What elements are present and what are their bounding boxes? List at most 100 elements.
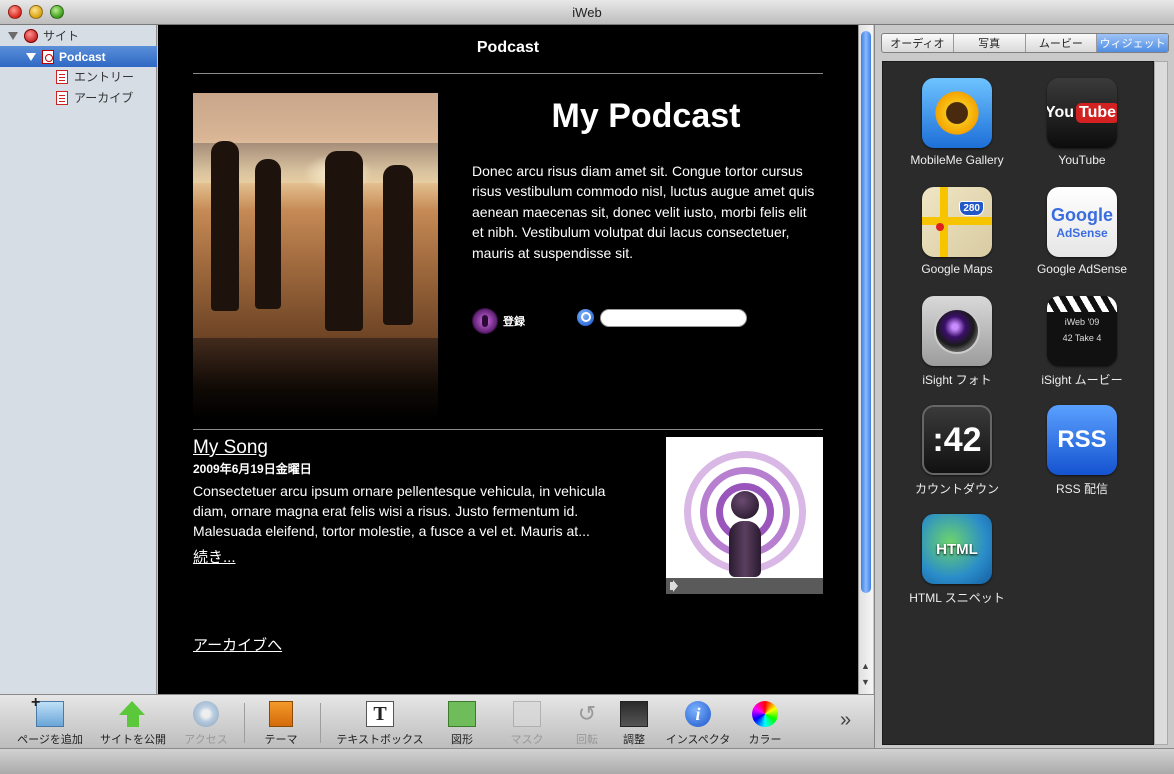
theme-icon [269,701,293,727]
podcast-icon [472,308,498,334]
colors-button[interactable]: カラー [744,701,786,747]
clapperboard-icon: iWeb '09 42 Take 4 [1047,296,1117,366]
countdown-icon: :42 [922,405,992,475]
toolbar-label: テキストボックス [336,734,424,746]
toolbar-separator [320,703,321,743]
podcast-page-icon [42,49,54,64]
access-button[interactable]: アクセス [180,701,232,747]
artwork-figure-body [729,521,761,577]
podcast-title[interactable]: My Podcast [472,97,820,136]
disclosure-triangle-icon[interactable] [26,52,36,61]
sunflower-icon [932,88,982,138]
read-more-link[interactable]: 続き... [193,546,236,567]
tab-photos[interactable]: 写真 [954,34,1026,52]
scroll-down-arrow-icon[interactable]: ▼ [861,677,870,687]
entry-date[interactable]: 2009年6月19日金曜日 [193,460,312,477]
site-globe-icon [24,28,38,43]
widget-label: HTML スニペット [909,591,1005,605]
toolbar-label: アクセス [184,734,228,746]
sidebar-item-label: Podcast [59,49,106,64]
toolbar-label: インスペクタ [665,734,731,746]
widget-google-adsense[interactable]: Google AdSense Google AdSense [1022,187,1142,276]
podcast-description[interactable]: Donec arcu risus diam amet sit. Congue t… [472,161,822,263]
page-header-title[interactable]: Podcast [193,39,823,57]
youtube-tube-text: Tube [1076,103,1117,123]
toolbar-label: 調整 [623,734,645,746]
sidebar-item-entry[interactable]: エントリー [0,66,157,87]
mobileme-gallery-tile [922,78,992,148]
site-sidebar: サイト Podcast エントリー アーカイブ [0,25,157,694]
textbox-icon: T [366,701,394,727]
widget-label: YouTube [1058,153,1106,167]
adjust-button[interactable]: 調整 [618,701,650,747]
title-bar: iWeb [0,0,1174,25]
shapes-button[interactable]: 図形 [444,701,480,747]
widget-rss[interactable]: RSS RSS 配信 [1022,405,1142,497]
maps-pin-icon [936,223,944,231]
widget-html-snippet[interactable]: HTML HTML スニペット [897,514,1017,606]
publish-site-button[interactable]: サイトを公開 [98,701,168,747]
adjust-icon [620,701,648,727]
sidebar-item-label: エントリー [74,70,135,84]
widget-isight-movie[interactable]: iWeb '09 42 Take 4 iSight ムービー [1022,296,1142,388]
widget-youtube[interactable]: You Tube YouTube [1022,78,1142,167]
sidebar-item-archive[interactable]: アーカイブ [0,87,157,108]
clapper-take: 42 Take 4 [1062,333,1102,343]
youtube-you-text: You [1047,104,1074,121]
toolbar-overflow-chevron-icon[interactable]: » [840,709,851,732]
entry-title[interactable]: My Song [193,437,268,459]
photo-person [383,165,413,325]
beach-photo[interactable] [193,93,438,338]
publish-arrow-icon [119,701,147,727]
podcast-artwork[interactable] [666,437,823,594]
toolbar-label: カラー [748,734,782,746]
widget-label: iSight ムービー [1041,373,1123,387]
publish-arrow-head [119,701,145,715]
subscribe-label: 登録 [503,316,525,328]
subscribe-button[interactable]: 登録 [472,308,525,334]
tab-movies[interactable]: ムービー [1026,34,1098,52]
page-canvas[interactable]: Podcast My Podcast Donec arcu risus diam… [158,25,858,694]
artwork-figure [731,491,759,519]
widget-label: カウントダウン [914,482,999,496]
rotate-icon: ↺ [577,701,597,726]
audio-player-bar[interactable] [666,578,823,594]
widget-countdown[interactable]: :42 カウントダウン [897,405,1017,497]
widget-google-maps[interactable]: 280 Google Maps [897,187,1017,276]
adsense-text: AdSense [1056,225,1108,240]
clapper-title: iWeb '09 [1064,317,1100,327]
toolbar-label: ページを追加 [17,734,83,746]
widget-scrollbar[interactable] [1154,61,1168,745]
widget-label: Google AdSense [1036,262,1128,276]
rss-icon: RSS [1047,405,1117,475]
media-panel: オーディオ 写真 ムービー ウィジェット MobileMe Gallery Yo… [874,25,1174,748]
widget-mobileme-gallery[interactable]: MobileMe Gallery [897,78,1017,167]
sidebar-item-site[interactable]: サイト [0,25,157,46]
header-divider [193,73,823,74]
add-page-button[interactable]: ページを追加 [14,694,86,747]
search-input[interactable] [600,309,747,327]
entry-body[interactable]: Consectetuer arcu ipsum ornare pellentes… [193,481,643,541]
tab-widgets[interactable]: ウィジェット [1097,34,1168,52]
mask-button[interactable]: マスク [508,701,546,747]
archive-link[interactable]: アーカイブへ [193,634,282,655]
scrollbar-thumb[interactable] [861,31,871,593]
sidebar-item-podcast[interactable]: Podcast [0,46,157,67]
rotate-button[interactable]: ↺ 回転 [572,701,602,747]
maps-shield: 280 [959,201,984,216]
widget-isight-photo[interactable]: iSight フォト [897,296,1017,388]
inspector-button[interactable]: i インスペクタ [662,701,734,747]
widget-label: RSS 配信 [1055,482,1108,496]
tab-audio[interactable]: オーディオ [882,34,954,52]
photo-person [211,141,239,311]
google-adsense-icon: Google AdSense [1047,187,1117,257]
theme-button[interactable]: テーマ [258,701,304,747]
textbox-button[interactable]: T テキストボックス [334,701,426,747]
disclosure-triangle-icon[interactable] [8,31,18,40]
publish-arrow-stem [127,715,139,727]
canvas-scrollbar[interactable]: ▲ ▼ [858,25,873,694]
speaker-icon[interactable] [670,580,678,592]
scroll-up-arrow-icon[interactable]: ▲ [861,661,870,671]
search-icon[interactable] [577,309,594,326]
camera-lens-icon [934,308,980,354]
